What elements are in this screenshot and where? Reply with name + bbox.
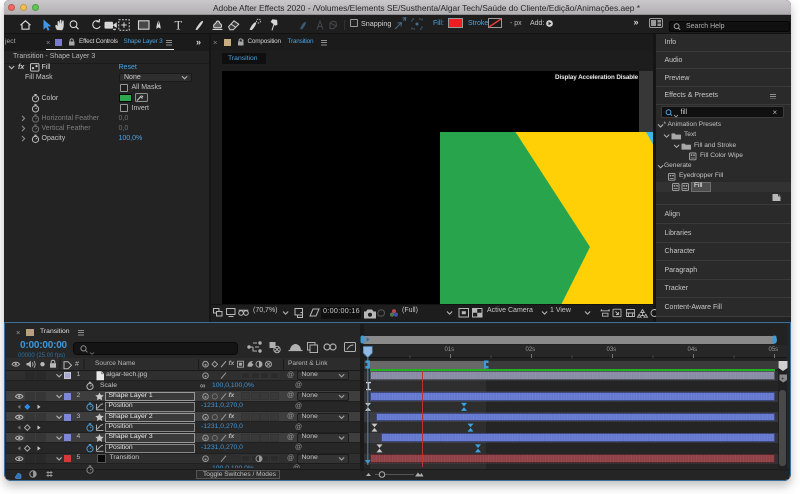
svg-text:+: +	[781, 377, 785, 383]
